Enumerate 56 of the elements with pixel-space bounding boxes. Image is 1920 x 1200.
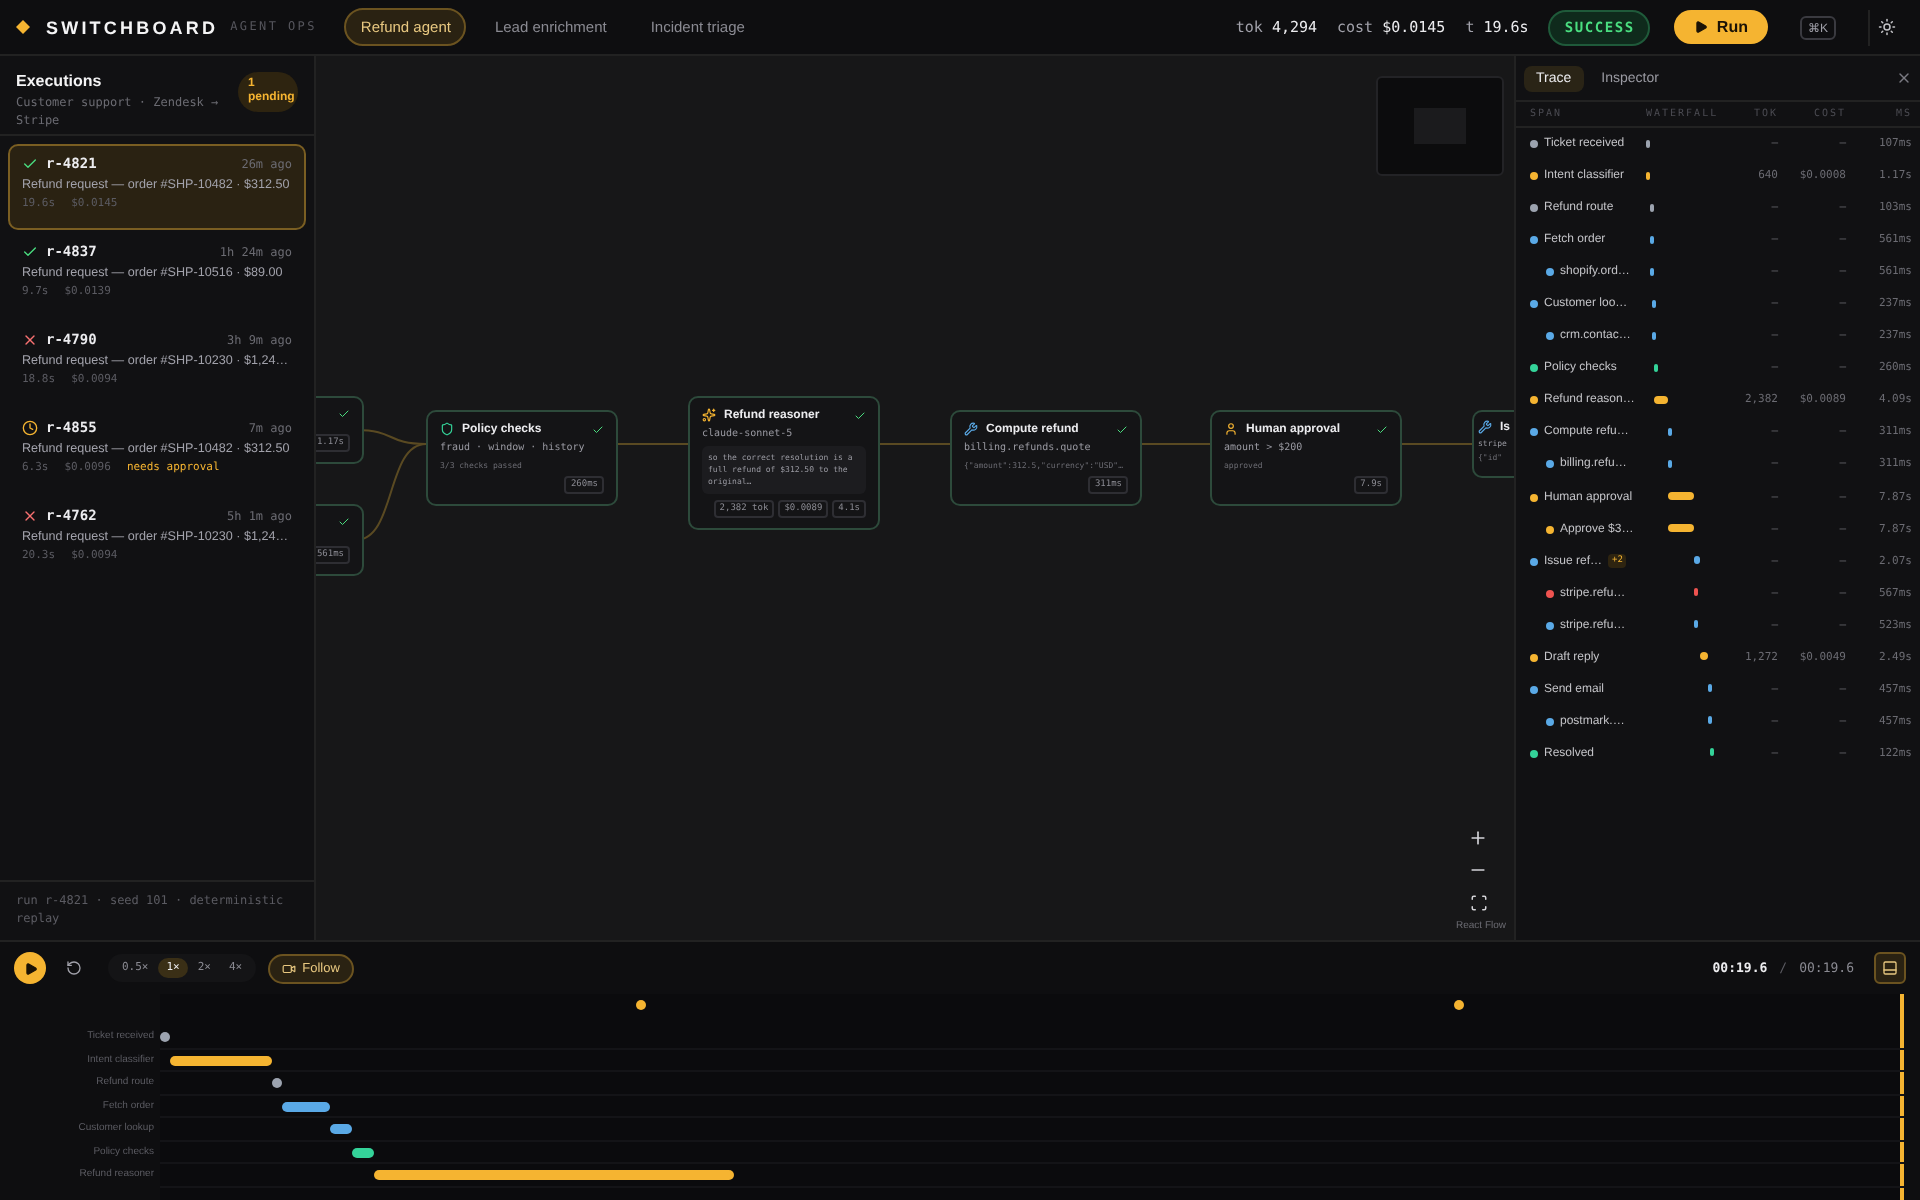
panel-icon	[1882, 960, 1898, 976]
edge	[1141, 443, 1211, 445]
edge	[617, 443, 689, 445]
cross-icon	[22, 508, 38, 524]
waterfall-bar	[1652, 331, 1657, 340]
check-icon	[854, 409, 866, 421]
panel-title: Executions	[16, 72, 104, 90]
check-icon	[592, 423, 604, 435]
logo-icon	[16, 20, 30, 34]
waterfall-bar	[1693, 588, 1698, 597]
waterfall-bar	[1708, 684, 1713, 693]
check-icon	[338, 408, 350, 420]
wrench-icon	[1478, 420, 1492, 434]
check-icon	[1376, 423, 1388, 435]
waterfall-bar	[1650, 235, 1655, 244]
event-marker[interactable]	[636, 1000, 647, 1010]
sparkle-icon	[702, 408, 716, 422]
check-icon	[22, 244, 38, 260]
waterfall-bar	[1668, 492, 1694, 501]
waterfall-bar	[1700, 652, 1709, 661]
close-icon	[1896, 70, 1912, 86]
check-icon	[22, 156, 38, 172]
waterfall-bar	[1708, 716, 1713, 725]
edge	[1401, 443, 1473, 445]
fit-view-icon	[1469, 893, 1487, 911]
clock-icon	[22, 420, 38, 436]
waterfall-bar	[1709, 748, 1714, 757]
waterfall-bar	[1693, 556, 1701, 565]
check-icon	[1116, 423, 1128, 435]
waterfall-bar	[1650, 203, 1655, 212]
shield-icon	[440, 422, 454, 436]
panel-toggle-button[interactable]	[1874, 952, 1906, 984]
waterfall-bar	[1653, 395, 1668, 404]
play-icon	[1694, 20, 1709, 34]
person-icon	[1224, 422, 1238, 436]
play-button[interactable]	[14, 952, 46, 984]
cross-icon	[22, 332, 38, 348]
waterfall-bar	[1646, 171, 1651, 180]
waterfall-bar	[1693, 620, 1698, 629]
sun-icon	[1878, 18, 1896, 36]
waterfall-bar	[1652, 299, 1657, 308]
brand-name: SWITCHBOARD	[46, 17, 219, 37]
edge	[879, 443, 951, 445]
waterfall-bar	[1668, 524, 1694, 533]
close-button[interactable]	[1896, 70, 1912, 86]
waterfall-bar	[1650, 267, 1655, 276]
play-icon	[23, 961, 37, 975]
camera-icon	[282, 961, 297, 975]
check-icon	[338, 516, 350, 528]
waterfall-bar	[1667, 427, 1672, 436]
event-marker[interactable]	[1454, 1000, 1465, 1010]
run-button[interactable]: Run	[1674, 10, 1768, 44]
replay-icon	[66, 960, 82, 976]
plus-icon	[1468, 828, 1488, 848]
wrench-icon	[964, 422, 978, 436]
waterfall-bar	[1667, 459, 1672, 468]
